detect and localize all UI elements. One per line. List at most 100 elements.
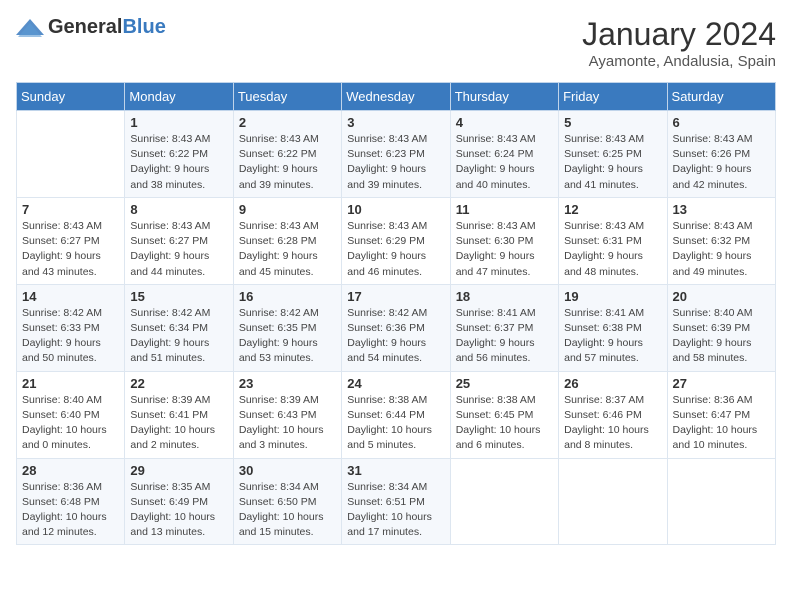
day-info: Sunrise: 8:37 AMSunset: 6:46 PMDaylight:… [564,393,661,454]
day-info: Sunrise: 8:43 AMSunset: 6:31 PMDaylight:… [564,219,661,280]
day-number: 13 [673,202,770,217]
day-number: 3 [347,115,444,130]
day-number: 27 [673,376,770,391]
day-cell [667,458,775,545]
day-cell: 3 Sunrise: 8:43 AMSunset: 6:23 PMDaylight… [342,111,450,198]
day-cell: 10Sunrise: 8:43 AMSunset: 6:29 PMDayligh… [342,197,450,284]
day-number: 15 [130,289,227,304]
header-wednesday: Wednesday [342,83,450,111]
day-number: 12 [564,202,661,217]
day-cell: 29 Sunrise: 8:35 AMSunset: 6:49 PMDayligh… [125,458,233,545]
day-cell: 19Sunrise: 8:41 AMSunset: 6:38 PMDayligh… [559,284,667,371]
week-row-3: 14 Sunrise: 8:42 AMSunset: 6:33 PMDayligh… [17,284,776,371]
header-monday: Monday [125,83,233,111]
day-cell: 1 Sunrise: 8:43 AMSunset: 6:22 PMDaylight… [125,111,233,198]
day-cell: 11 Sunrise: 8:43 AMSunset: 6:30 PMDayligh… [450,197,558,284]
day-cell: 22Sunrise: 8:39 AMSunset: 6:41 PMDayligh… [125,371,233,458]
day-info: Sunrise: 8:43 AMSunset: 6:25 PMDaylight:… [564,132,661,193]
day-number: 23 [239,376,336,391]
day-info: Sunrise: 8:36 AMSunset: 6:47 PMDaylight:… [673,393,770,454]
day-info: Sunrise: 8:40 AMSunset: 6:39 PMDaylight:… [673,306,770,367]
day-cell: 7 Sunrise: 8:43 AMSunset: 6:27 PMDaylight… [17,197,125,284]
month-year-title: January 2024 [582,16,776,53]
day-number: 28 [22,463,119,478]
day-info: Sunrise: 8:43 AMSunset: 6:22 PMDaylight:… [130,132,227,193]
day-number: 29 [130,463,227,478]
day-info: Sunrise: 8:43 AMSunset: 6:30 PMDaylight:… [456,219,553,280]
day-info: Sunrise: 8:42 AMSunset: 6:34 PMDaylight:… [130,306,227,367]
day-cell: 23Sunrise: 8:39 AMSunset: 6:43 PMDayligh… [233,371,341,458]
day-number: 9 [239,202,336,217]
week-row-1: 1 Sunrise: 8:43 AMSunset: 6:22 PMDaylight… [17,111,776,198]
logo-text: GeneralBlue [48,16,166,39]
day-info: Sunrise: 8:43 AMSunset: 6:29 PMDaylight:… [347,219,444,280]
day-info: Sunrise: 8:42 AMSunset: 6:36 PMDaylight:… [347,306,444,367]
header-tuesday: Tuesday [233,83,341,111]
day-cell: 4Sunrise: 8:43 AMSunset: 6:24 PMDaylight… [450,111,558,198]
day-info: Sunrise: 8:35 AMSunset: 6:49 PMDaylight:… [130,480,227,541]
title-area: January 2024 Ayamonte, Andalusia, Spain [582,16,776,70]
day-info: Sunrise: 8:38 AMSunset: 6:45 PMDaylight:… [456,393,553,454]
day-cell: 2 Sunrise: 8:43 AMSunset: 6:22 PMDaylight… [233,111,341,198]
day-cell: 30 Sunrise: 8:34 AMSunset: 6:50 PMDayligh… [233,458,341,545]
day-cell: 9 Sunrise: 8:43 AMSunset: 6:28 PMDaylight… [233,197,341,284]
day-number: 31 [347,463,444,478]
day-info: Sunrise: 8:41 AMSunset: 6:37 PMDaylight:… [456,306,553,367]
day-cell: 14 Sunrise: 8:42 AMSunset: 6:33 PMDayligh… [17,284,125,371]
day-info: Sunrise: 8:43 AMSunset: 6:22 PMDaylight:… [239,132,336,193]
day-cell [450,458,558,545]
header-sunday: Sunday [17,83,125,111]
day-info: Sunrise: 8:43 AMSunset: 6:23 PMDaylight:… [347,132,444,193]
day-number: 30 [239,463,336,478]
day-cell: 15 Sunrise: 8:42 AMSunset: 6:34 PMDayligh… [125,284,233,371]
day-info: Sunrise: 8:43 AMSunset: 6:24 PMDaylight:… [456,132,553,193]
logo-general: General [48,16,122,38]
day-number: 7 [22,202,119,217]
week-row-2: 7 Sunrise: 8:43 AMSunset: 6:27 PMDaylight… [17,197,776,284]
day-info: Sunrise: 8:40 AMSunset: 6:40 PMDaylight:… [22,393,119,454]
day-info: Sunrise: 8:43 AMSunset: 6:26 PMDaylight:… [673,132,770,193]
day-info: Sunrise: 8:34 AMSunset: 6:51 PMDaylight:… [347,480,444,541]
day-number: 14 [22,289,119,304]
day-info: Sunrise: 8:41 AMSunset: 6:38 PMDaylight:… [564,306,661,367]
day-cell: 8 Sunrise: 8:43 AMSunset: 6:27 PMDaylight… [125,197,233,284]
day-number: 11 [456,202,553,217]
day-info: Sunrise: 8:43 AMSunset: 6:28 PMDaylight:… [239,219,336,280]
day-cell: 28 Sunrise: 8:36 AMSunset: 6:48 PMDayligh… [17,458,125,545]
day-info: Sunrise: 8:38 AMSunset: 6:44 PMDaylight:… [347,393,444,454]
day-info: Sunrise: 8:42 AMSunset: 6:33 PMDaylight:… [22,306,119,367]
day-number: 17 [347,289,444,304]
day-cell [559,458,667,545]
week-row-4: 21 Sunrise: 8:40 AMSunset: 6:40 PMDayligh… [17,371,776,458]
day-info: Sunrise: 8:43 AMSunset: 6:27 PMDaylight:… [22,219,119,280]
day-cell: 20Sunrise: 8:40 AMSunset: 6:39 PMDayligh… [667,284,775,371]
day-number: 22 [130,376,227,391]
day-number: 2 [239,115,336,130]
day-number: 18 [456,289,553,304]
logo-icon [16,17,44,39]
header: GeneralBlue January 2024 Ayamonte, Andal… [16,16,776,70]
day-info: Sunrise: 8:34 AMSunset: 6:50 PMDaylight:… [239,480,336,541]
day-info: Sunrise: 8:43 AMSunset: 6:27 PMDaylight:… [130,219,227,280]
day-cell: 31 Sunrise: 8:34 AMSunset: 6:51 PMDayligh… [342,458,450,545]
day-number: 1 [130,115,227,130]
day-info: Sunrise: 8:42 AMSunset: 6:35 PMDaylight:… [239,306,336,367]
logo-blue: Blue [122,16,165,38]
location-subtitle: Ayamonte, Andalusia, Spain [582,53,776,70]
day-number: 16 [239,289,336,304]
day-cell: 25Sunrise: 8:38 AMSunset: 6:45 PMDayligh… [450,371,558,458]
day-cell: 27 Sunrise: 8:36 AMSunset: 6:47 PMDayligh… [667,371,775,458]
day-cell: 24Sunrise: 8:38 AMSunset: 6:44 PMDayligh… [342,371,450,458]
day-info: Sunrise: 8:36 AMSunset: 6:48 PMDaylight:… [22,480,119,541]
week-row-5: 28 Sunrise: 8:36 AMSunset: 6:48 PMDayligh… [17,458,776,545]
header-friday: Friday [559,83,667,111]
day-cell: 12 Sunrise: 8:43 AMSunset: 6:31 PMDayligh… [559,197,667,284]
day-cell: 16 Sunrise: 8:42 AMSunset: 6:35 PMDayligh… [233,284,341,371]
day-number: 26 [564,376,661,391]
day-number: 21 [22,376,119,391]
day-cell: 5 Sunrise: 8:43 AMSunset: 6:25 PMDaylight… [559,111,667,198]
day-cell: 13Sunrise: 8:43 AMSunset: 6:32 PMDayligh… [667,197,775,284]
day-number: 5 [564,115,661,130]
day-cell: 21 Sunrise: 8:40 AMSunset: 6:40 PMDayligh… [17,371,125,458]
day-number: 8 [130,202,227,217]
